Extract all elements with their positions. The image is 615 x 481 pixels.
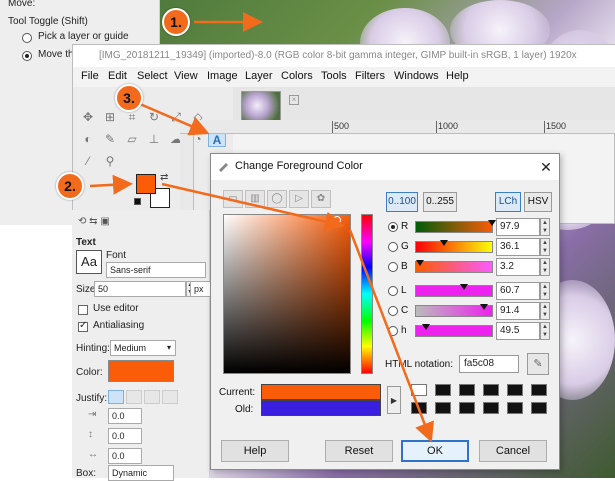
arrow-3 [139,102,210,136]
arrow-to-ok [348,229,434,443]
annotation-arrows [89,12,434,443]
callout-2: 2. [56,172,84,200]
callout-1: 1. [162,8,190,36]
callout-3: 3. [115,84,143,112]
arrow-2 [89,174,133,195]
arrow-to-picker [161,182,345,232]
